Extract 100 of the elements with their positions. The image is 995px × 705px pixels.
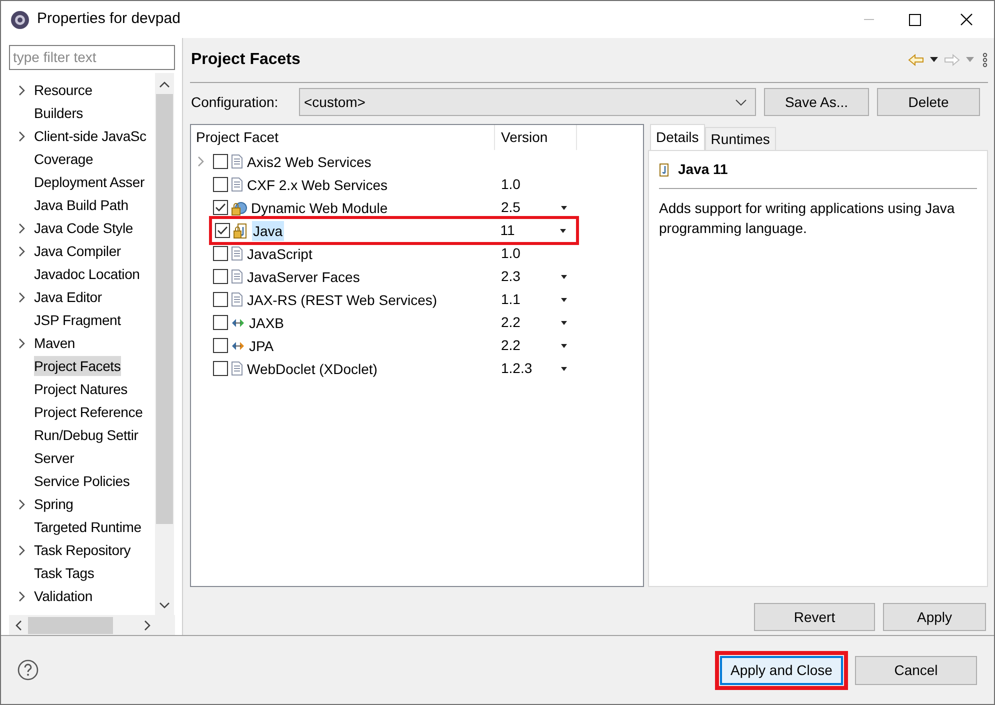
- apply-button[interactable]: Apply: [883, 603, 986, 631]
- expand-chevron-icon[interactable]: [18, 498, 26, 510]
- sidebar-item[interactable]: Java Compiler: [34, 241, 121, 262]
- facet-checkbox[interactable]: [213, 200, 228, 215]
- facet-checkbox[interactable]: [213, 269, 228, 284]
- footer-button[interactable]: Apply and Close: [720, 656, 843, 684]
- page-title: Project Facets: [191, 50, 300, 70]
- facet-name[interactable]: JavaScript: [246, 244, 314, 264]
- dropdown-caret-icon[interactable]: [929, 57, 939, 63]
- facet-checkbox[interactable]: [213, 246, 228, 261]
- sidebar-item[interactable]: Validation: [34, 586, 92, 606]
- scroll-left-icon[interactable]: [15, 620, 22, 631]
- details-heading: Java 11: [678, 160, 728, 179]
- facet-name[interactable]: JAX-RS (REST Web Services): [246, 290, 438, 310]
- facet-name[interactable]: Java: [252, 220, 284, 240]
- dropdown-caret-icon[interactable]: [561, 206, 567, 210]
- sidebar-item[interactable]: Project Reference: [34, 402, 143, 422]
- version-cell-text: 2.3: [501, 267, 520, 286]
- facet-checkbox[interactable]: [213, 361, 228, 376]
- facet-name[interactable]: WebDoclet (XDoclet): [246, 358, 378, 378]
- details-description: Adds support for writing applications using Java programming language.: [659, 199, 956, 238]
- dropdown-caret-icon[interactable]: [561, 274, 567, 278]
- sidebar-item[interactable]: Maven: [34, 333, 76, 354]
- document-icon: [231, 269, 243, 284]
- dropdown-caret-icon[interactable]: [561, 344, 567, 348]
- footer-button[interactable]: Cancel: [855, 656, 977, 684]
- sidebar-item[interactable]: Project Natures: [34, 379, 128, 400]
- sidebar-item[interactable]: Resource: [34, 80, 92, 100]
- revert-button[interactable]: Revert: [754, 603, 875, 631]
- facet-checkbox[interactable]: [213, 177, 228, 192]
- dropdown-caret-icon[interactable]: [560, 228, 566, 232]
- document-icon: [231, 177, 243, 192]
- globe-lock-icon: [231, 200, 247, 216]
- sidebar-item[interactable]: Java Editor: [34, 287, 102, 308]
- sidebar-item[interactable]: Coverage: [34, 149, 94, 170]
- version-cell-text: 2.2: [501, 336, 520, 355]
- sidebar-item[interactable]: Task Repository: [34, 540, 131, 560]
- version-cell-text: 1.0: [501, 175, 520, 194]
- expand-chevron-icon[interactable]: [18, 292, 26, 303]
- java-lock-icon: [233, 222, 249, 238]
- facet-checkbox[interactable]: [213, 338, 228, 353]
- column-header[interactable]: Project Facet: [191, 125, 495, 150]
- help-icon[interactable]: [17, 659, 39, 681]
- version-cell-text: 1.0: [501, 244, 520, 263]
- vertical-scrollbar[interactable]: [155, 72, 174, 616]
- more-options-icon[interactable]: [982, 52, 988, 68]
- facet-checkbox[interactable]: [215, 223, 230, 238]
- configuration-dropdown[interactable]: <custom>: [299, 88, 756, 116]
- close-icon: [960, 13, 972, 26]
- sidebar-item[interactable]: Javadoc Location: [34, 264, 140, 284]
- sidebar-item[interactable]: Java Code Style: [34, 218, 133, 238]
- expand-chevron-icon[interactable]: [18, 130, 26, 142]
- facet-name[interactable]: Axis2 Web Services: [246, 152, 372, 172]
- double-arrow-icon: [231, 340, 245, 350]
- facet-checkbox[interactable]: [213, 292, 228, 307]
- delete-button[interactable]: Delete: [877, 88, 980, 116]
- dropdown-caret-icon[interactable]: [561, 320, 567, 324]
- scroll-down-icon[interactable]: [159, 602, 170, 610]
- sidebar-item[interactable]: JSP Fragment: [34, 310, 121, 330]
- sidebar-item[interactable]: Deployment Asser: [34, 172, 144, 192]
- facet-checkbox[interactable]: [213, 315, 228, 330]
- scroll-up-icon[interactable]: [159, 80, 170, 88]
- version-cell-text: 2.5: [501, 198, 520, 217]
- scroll-right-icon[interactable]: [144, 620, 151, 631]
- expand-chevron-icon[interactable]: [18, 338, 26, 349]
- sidebar-item[interactable]: Server: [34, 448, 74, 468]
- dropdown-caret-icon[interactable]: [561, 298, 567, 302]
- expand-chevron-icon[interactable]: [18, 590, 26, 602]
- version-cell-text: 1.1: [501, 290, 520, 309]
- facet-name[interactable]: CXF 2.x Web Services: [246, 174, 389, 194]
- expand-chevron-icon[interactable]: [18, 222, 26, 234]
- details-tab[interactable]: Details: [650, 124, 705, 150]
- filter-field[interactable]: type filter text: [9, 45, 175, 70]
- facet-name[interactable]: JAXB: [248, 312, 286, 332]
- app-gear-icon: [10, 10, 30, 30]
- sidebar-item[interactable]: Project Facets: [34, 356, 121, 376]
- save-as-button[interactable]: Save As...: [764, 88, 869, 116]
- version-cell-text: 2.2: [501, 313, 520, 332]
- facet-name[interactable]: Dynamic Web Module: [250, 198, 389, 218]
- facet-checkbox[interactable]: [213, 154, 228, 169]
- expand-chevron-icon[interactable]: [18, 544, 26, 556]
- column-header[interactable]: Version: [495, 125, 577, 150]
- sidebar-item[interactable]: Client-side JavaSc: [34, 126, 146, 146]
- expand-chevron-icon[interactable]: [18, 84, 26, 96]
- expand-chevron-icon[interactable]: [18, 246, 26, 257]
- sidebar-item[interactable]: Service Policies: [34, 471, 130, 492]
- facet-name[interactable]: JavaServer Faces: [246, 266, 361, 286]
- document-icon: [231, 246, 243, 261]
- details-tab[interactable]: Runtimes: [704, 127, 776, 150]
- sidebar-item[interactable]: Task Tags: [34, 563, 94, 584]
- sidebar-item[interactable]: Run/Debug Settir: [34, 425, 138, 446]
- dropdown-caret-icon[interactable]: [561, 366, 567, 370]
- horizontal-scrollbar[interactable]: [9, 615, 175, 635]
- sidebar-item[interactable]: Builders: [34, 103, 83, 124]
- window-title: Properties for devpad: [37, 9, 180, 30]
- sidebar-item[interactable]: Targeted Runtime: [34, 517, 142, 538]
- java-file-icon: [659, 162, 669, 176]
- sidebar-item[interactable]: Spring: [34, 494, 74, 514]
- sidebar-item[interactable]: Java Build Path: [34, 195, 128, 216]
- facet-name[interactable]: JPA: [248, 336, 275, 356]
